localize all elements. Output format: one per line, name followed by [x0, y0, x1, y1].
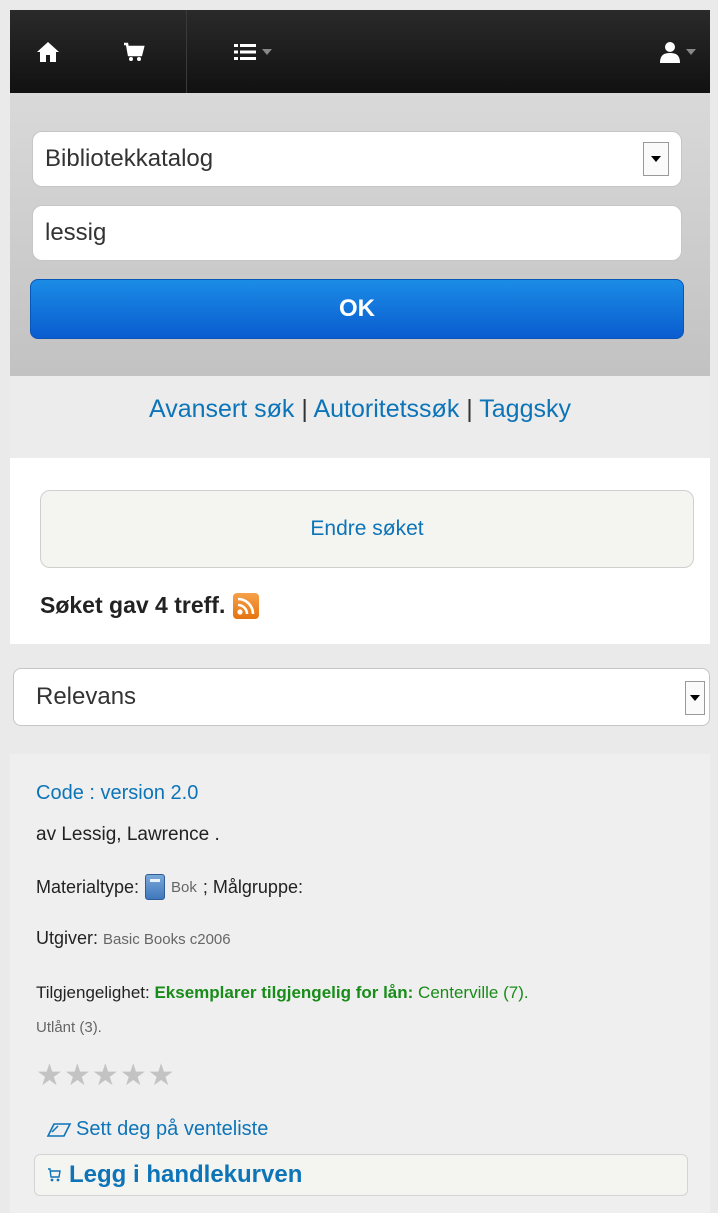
publisher-label: Utgiver: [36, 928, 99, 948]
nav-divider [186, 10, 187, 93]
result-item: Code : version 2.0 av Lessig, Lawrence .… [10, 754, 710, 1213]
search-query: lessig [45, 219, 107, 246]
hold-label: Sett deg på venteliste [76, 1118, 269, 1140]
add-to-cart-button[interactable]: Legg i handlekurven [34, 1154, 688, 1196]
checked-out-count: Utlånt (3). [36, 1019, 102, 1036]
modify-search-label: Endre søket [310, 517, 424, 540]
select-arrow-icon [685, 681, 705, 715]
more-searches: Avansert søk | Autoritetssøk | Taggsky [10, 376, 710, 458]
chevron-down-icon [686, 48, 696, 55]
cart-icon [48, 1168, 61, 1182]
availability-status: Eksemplarer tilgjengelig for lån: [154, 983, 414, 1002]
search-panel: Bibliotekkatalog lessig OK [10, 93, 710, 376]
authority-search-link[interactable]: Autoritetssøk [313, 395, 459, 423]
star-icon[interactable]: ★ [120, 1060, 147, 1092]
ok-label: OK [339, 295, 375, 322]
hits-text: Søket gav 4 treff. [40, 592, 226, 618]
search-summary: Endre søket Søket gav 4 treff. [10, 458, 710, 644]
star-icon[interactable]: ★ [36, 1060, 63, 1092]
publisher-value: Basic Books c2006 [103, 931, 231, 948]
place-hold-link[interactable]: Sett deg på venteliste [46, 1118, 268, 1141]
tag-cloud-link[interactable]: Taggsky [479, 395, 571, 423]
rss-icon[interactable] [233, 592, 260, 619]
material-value: Bok [171, 878, 197, 896]
user-menu-button[interactable] [650, 10, 706, 93]
rating-stars[interactable]: ★ ★ ★ ★ ★ [36, 1060, 175, 1092]
star-icon[interactable]: ★ [148, 1060, 175, 1092]
audience-label: ; Målgruppe: [202, 876, 303, 897]
separator: | [294, 395, 314, 423]
modify-search-button[interactable]: Endre søket [40, 490, 694, 568]
result-title-link[interactable]: Code : version 2.0 [36, 782, 198, 805]
top-navbar [10, 10, 710, 93]
star-icon[interactable]: ★ [92, 1060, 119, 1092]
catalog-select-value: Bibliotekkatalog [45, 145, 214, 172]
search-input[interactable]: lessig [32, 205, 682, 261]
sort-select[interactable]: Relevans [13, 668, 710, 726]
material-label: Materialtype: [36, 876, 140, 897]
catalog-select[interactable]: Bibliotekkatalog [32, 131, 682, 187]
hits-count: Søket gav 4 treff. [40, 592, 260, 619]
hold-icon [46, 1122, 72, 1137]
user-icon [660, 41, 680, 63]
cart-icon [124, 42, 145, 61]
advanced-search-link[interactable]: Avansert søk [149, 395, 294, 423]
availability-label: Tilgjengelighet: [36, 983, 150, 1002]
add-to-cart-label: Legg i handlekurven [69, 1161, 303, 1188]
separator: | [459, 395, 480, 423]
cart-button[interactable] [112, 10, 156, 93]
home-button[interactable] [28, 10, 68, 93]
chevron-down-icon [262, 48, 272, 55]
select-arrow-icon [643, 142, 669, 176]
availability-location: Centerville (7). [418, 983, 529, 1002]
result-author: av Lessig, Lawrence . [36, 824, 220, 845]
material-type: Materialtype: Bok ; Målgruppe: [36, 874, 303, 900]
home-icon [37, 41, 59, 62]
star-icon[interactable]: ★ [64, 1060, 91, 1092]
search-submit-button[interactable]: OK [30, 279, 684, 339]
lists-menu-button[interactable] [218, 10, 288, 93]
list-icon [234, 43, 256, 60]
publisher: Utgiver: Basic Books c2006 [36, 928, 231, 949]
book-icon [145, 874, 166, 900]
availability: Tilgjengelighet: Eksemplarer tilgjengeli… [36, 976, 704, 1045]
sort-select-value: Relevans [36, 683, 137, 710]
